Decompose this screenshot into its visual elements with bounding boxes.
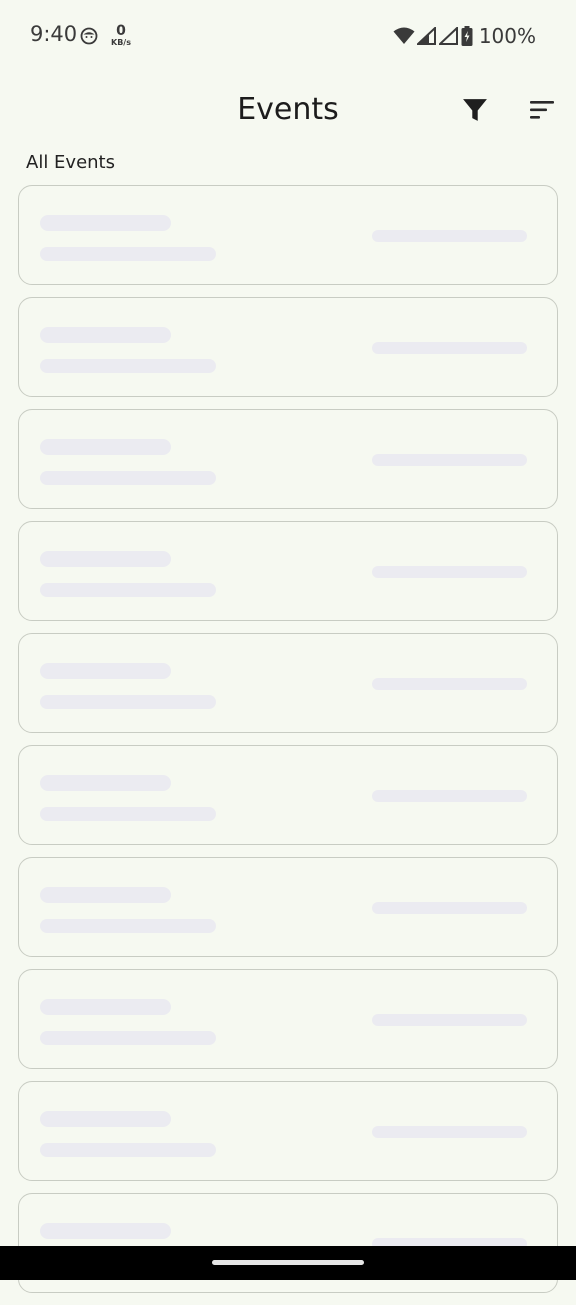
event-card-placeholder[interactable] <box>18 409 558 509</box>
skeleton-subtitle <box>40 359 216 373</box>
status-icons: 100% <box>393 24 536 48</box>
skeleton-date <box>372 342 527 354</box>
skeleton-subtitle <box>40 1143 216 1157</box>
battery-charging-icon <box>461 26 473 46</box>
skeleton-title <box>40 1223 171 1239</box>
face-notification-icon <box>80 27 98 45</box>
skeleton-subtitle <box>40 1031 216 1045</box>
event-card-placeholder[interactable] <box>18 857 558 957</box>
event-card-placeholder[interactable] <box>18 969 558 1069</box>
skeleton-title <box>40 887 171 903</box>
event-card-placeholder[interactable] <box>18 1081 558 1181</box>
event-card-placeholder[interactable] <box>18 297 558 397</box>
skeleton-date <box>372 902 527 914</box>
network-speed: 0 KB/s <box>108 24 134 47</box>
filter-button[interactable] <box>457 92 493 128</box>
skeleton-date <box>372 454 527 466</box>
status-time: 9:40 <box>30 22 78 46</box>
skeleton-date <box>372 566 527 578</box>
skeleton-date <box>372 1014 527 1026</box>
skeleton-subtitle <box>40 695 216 709</box>
skeleton-subtitle <box>40 807 216 821</box>
skeleton-title <box>40 999 171 1015</box>
skeleton-title <box>40 215 171 231</box>
skeleton-title <box>40 551 171 567</box>
navigation-bar <box>0 1246 576 1280</box>
skeleton-date <box>372 790 527 802</box>
filter-icon <box>463 99 487 121</box>
skeleton-title <box>40 1111 171 1127</box>
battery-percent: 100% <box>478 24 536 48</box>
status-bar: 9:40 0 KB/s 100% <box>0 0 576 72</box>
skeleton-title <box>40 439 171 455</box>
cell-signal-icon <box>416 27 436 45</box>
network-speed-value: 0 <box>116 23 126 39</box>
app-bar: Events <box>0 80 576 140</box>
event-card-placeholder[interactable] <box>18 745 558 845</box>
skeleton-title <box>40 663 171 679</box>
skeleton-date <box>372 230 527 242</box>
event-card-placeholder[interactable] <box>18 521 558 621</box>
event-card-placeholder[interactable] <box>18 185 558 285</box>
network-speed-unit: KB/s <box>111 38 131 47</box>
section-label-all-events: All Events <box>26 152 115 173</box>
wifi-icon <box>393 27 415 44</box>
skeleton-subtitle <box>40 247 216 261</box>
skeleton-subtitle <box>40 583 216 597</box>
sort-icon <box>530 101 554 119</box>
skeleton-subtitle <box>40 919 216 933</box>
skeleton-title <box>40 327 171 343</box>
skeleton-title <box>40 775 171 791</box>
event-card-placeholder[interactable] <box>18 633 558 733</box>
event-list[interactable] <box>18 185 558 1305</box>
skeleton-date <box>372 1126 527 1138</box>
skeleton-date <box>372 678 527 690</box>
home-gesture-handle[interactable] <box>212 1260 364 1265</box>
cell-signal-icon <box>438 27 458 45</box>
sort-button[interactable] <box>524 92 560 128</box>
skeleton-subtitle <box>40 471 216 485</box>
